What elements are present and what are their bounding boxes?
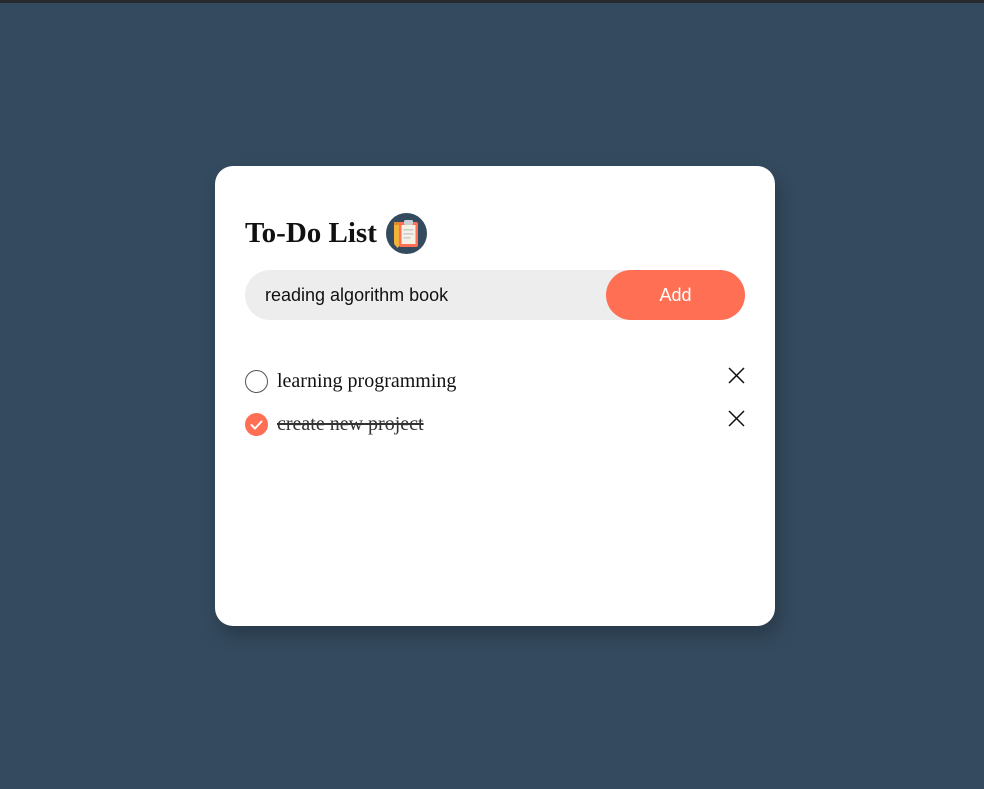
task-input[interactable] (245, 270, 606, 320)
window-top-edge (0, 0, 984, 3)
clipboard-icon (385, 212, 427, 254)
checkmark-icon (250, 420, 263, 429)
add-button[interactable]: Add (606, 270, 745, 320)
page-title: To-Do List (245, 217, 377, 249)
task-item[interactable]: learning programming (245, 362, 745, 405)
close-icon[interactable] (728, 410, 745, 427)
task-item[interactable]: create new project (245, 405, 745, 448)
task-label: learning programming (277, 370, 457, 392)
todo-card: To-Do List Add learning programming (215, 166, 775, 626)
checked-circle-icon[interactable] (245, 413, 268, 436)
task-label: create new project (277, 413, 424, 435)
close-icon[interactable] (728, 367, 745, 384)
task-list: learning programming create new project (245, 362, 745, 448)
header: To-Do List (245, 212, 427, 254)
unchecked-circle-icon[interactable] (245, 370, 268, 393)
add-task-row: Add (245, 270, 745, 320)
